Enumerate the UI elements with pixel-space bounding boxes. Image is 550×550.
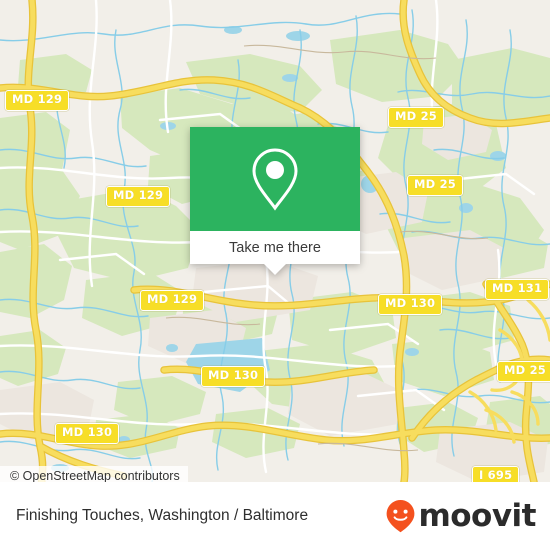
- take-me-there-label: Take me there: [229, 239, 321, 256]
- moovit-wordmark: moovit: [418, 497, 536, 534]
- map-screenshot: MD 129 MD 25 MD 129 MD 25 MD 131 MD 129 …: [0, 0, 550, 550]
- moovit-logo[interactable]: moovit: [385, 499, 536, 533]
- road-shield: MD 130: [201, 366, 266, 387]
- road-shield: MD 131: [485, 279, 550, 300]
- map-canvas[interactable]: MD 129 MD 25 MD 129 MD 25 MD 131 MD 129 …: [0, 0, 550, 482]
- road-shield: MD 130: [378, 294, 443, 315]
- location-pin-icon: [252, 148, 298, 211]
- popup-header: [190, 127, 360, 231]
- road-shield: I 695: [472, 466, 520, 482]
- place-title: Finishing Touches, Washington / Baltimor…: [16, 507, 309, 524]
- road-shield: MD 129: [5, 90, 70, 111]
- road-shield: MD 25: [497, 361, 550, 382]
- road-shield: MD 25: [388, 107, 444, 128]
- road-shield: MD 25: [407, 175, 463, 196]
- popup-tail: [264, 264, 286, 275]
- take-me-there-button[interactable]: Take me there: [190, 231, 360, 264]
- moovit-smiling-pin-icon: [387, 500, 415, 533]
- osm-attribution[interactable]: © OpenStreetMap contributors: [0, 466, 188, 482]
- location-popup-card[interactable]: Take me there: [190, 127, 360, 275]
- road-shield: MD 129: [140, 290, 205, 311]
- road-shield: MD 130: [55, 423, 120, 444]
- footer-bar: Finishing Touches, Washington / Baltimor…: [0, 482, 550, 550]
- road-shield: MD 129: [106, 186, 171, 207]
